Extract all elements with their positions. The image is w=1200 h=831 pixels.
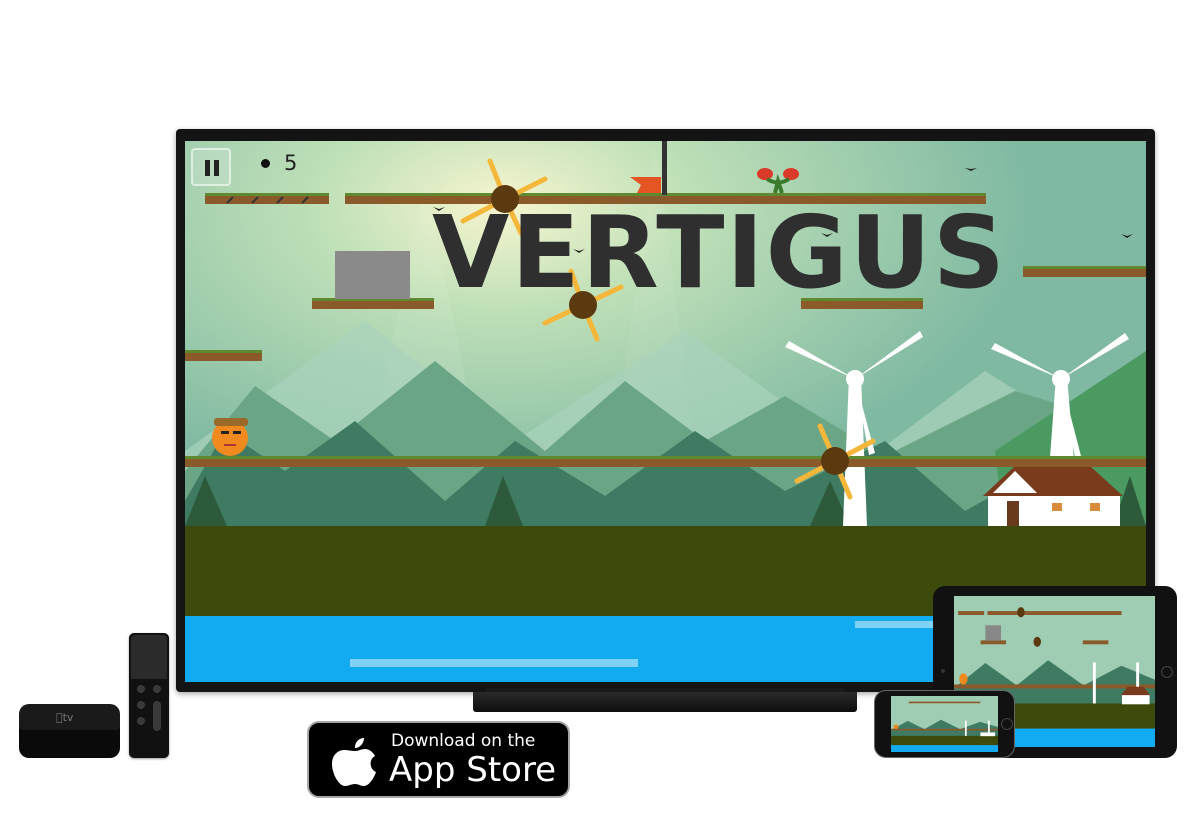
iphone-screen bbox=[891, 696, 998, 752]
remote-menu-button bbox=[137, 685, 145, 693]
goal-pole bbox=[662, 141, 667, 195]
player-character bbox=[212, 418, 248, 456]
iphone-device bbox=[874, 690, 1015, 758]
pause-button[interactable] bbox=[191, 148, 231, 186]
remote-touchpad bbox=[131, 635, 167, 679]
remote-play-button bbox=[137, 717, 145, 725]
apple-logo-icon bbox=[332, 738, 376, 786]
siri-remote bbox=[129, 633, 169, 758]
apple-tv-box: tv bbox=[19, 704, 120, 758]
app-store-badge[interactable]: Download on the App Store bbox=[307, 721, 570, 798]
badge-line-1: Download on the bbox=[391, 731, 536, 751]
remote-home-button bbox=[153, 685, 161, 693]
score-value: 5 bbox=[284, 151, 298, 175]
stone-block bbox=[335, 251, 410, 299]
remote-volume-button bbox=[153, 701, 161, 731]
pause-icon bbox=[205, 160, 210, 176]
score-display: 5 bbox=[261, 151, 297, 175]
game-title: VERTIGUS bbox=[432, 194, 1007, 311]
badge-line-2: App Store bbox=[389, 750, 557, 790]
score-dot-icon bbox=[261, 158, 270, 168]
tv-stand bbox=[473, 692, 857, 712]
remote-siri-button bbox=[137, 701, 145, 709]
apple-tv-logo: tv bbox=[56, 711, 73, 724]
